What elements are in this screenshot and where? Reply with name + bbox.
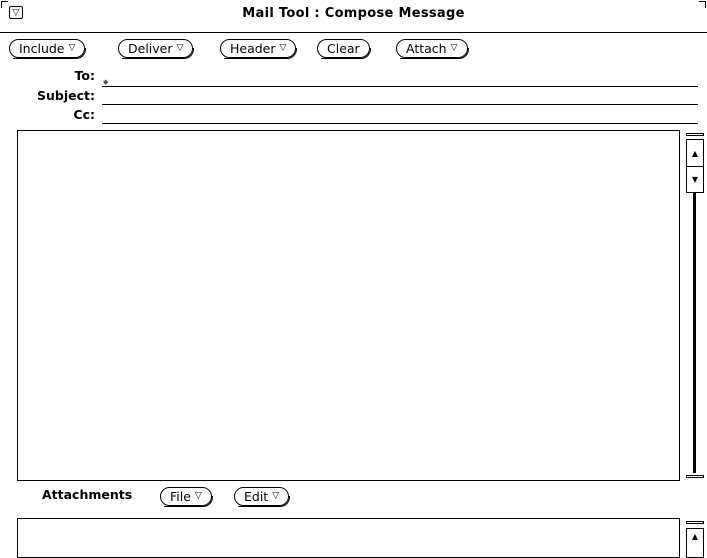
window-title: Mail Tool : Compose Message bbox=[242, 6, 465, 21]
scrollbar-cable[interactable] bbox=[693, 192, 696, 473]
menu-triangle-icon: ▽ bbox=[450, 43, 458, 53]
cc-field-underline bbox=[102, 123, 698, 124]
attach-button-label: Attach bbox=[406, 41, 447, 56]
include-button-label: Include bbox=[19, 41, 65, 56]
to-label: To: bbox=[74, 68, 95, 83]
menu-triangle-icon: ▽ bbox=[272, 491, 280, 501]
edit-button-label: Edit bbox=[244, 489, 269, 504]
menu-triangle-icon: ▽ bbox=[194, 491, 202, 501]
menu-triangle-icon: ▽ bbox=[68, 43, 76, 53]
scrollbar-elevator[interactable]: ▲ ▼ bbox=[686, 139, 704, 193]
subject-field[interactable] bbox=[102, 88, 698, 104]
attachments-pane[interactable] bbox=[17, 518, 680, 558]
to-field[interactable] bbox=[102, 70, 698, 86]
cc-label: Cc: bbox=[73, 107, 95, 122]
deliver-button[interactable]: Deliver ▽ bbox=[118, 39, 195, 59]
subject-label: Subject: bbox=[37, 88, 95, 103]
scrollbar-bottom-anchor[interactable] bbox=[686, 475, 704, 478]
message-body-textarea[interactable] bbox=[17, 130, 680, 481]
scrollbar-top-anchor[interactable] bbox=[686, 133, 704, 136]
menu-triangle-icon: ▽ bbox=[176, 43, 184, 53]
attachments-label: Attachments bbox=[42, 487, 133, 502]
file-button-label: File bbox=[170, 489, 191, 504]
include-button[interactable]: Include ▽ bbox=[9, 39, 87, 59]
file-button[interactable]: File ▽ bbox=[160, 487, 213, 507]
scrollbar-top-anchor[interactable] bbox=[686, 521, 704, 524]
header-button[interactable]: Header ▽ bbox=[220, 39, 298, 59]
header-button-label: Header bbox=[230, 41, 276, 56]
attach-button[interactable]: Attach ▽ bbox=[396, 39, 469, 59]
to-field-underline bbox=[102, 86, 698, 87]
edit-button[interactable]: Edit ▽ bbox=[234, 487, 291, 507]
cc-field[interactable] bbox=[102, 107, 698, 123]
scroll-up-icon[interactable]: ▲ bbox=[687, 529, 703, 543]
scrollbar-elevator[interactable]: ▲ bbox=[686, 528, 704, 558]
title-divider bbox=[0, 32, 707, 33]
scroll-down-icon[interactable]: ▼ bbox=[687, 166, 703, 192]
clear-button-label: Clear bbox=[327, 41, 360, 56]
subject-field-underline bbox=[102, 104, 698, 105]
scroll-up-icon[interactable]: ▲ bbox=[687, 140, 703, 166]
clear-button[interactable]: Clear bbox=[317, 39, 371, 59]
menu-triangle-icon: ▽ bbox=[279, 43, 287, 53]
deliver-button-label: Deliver bbox=[128, 41, 173, 56]
